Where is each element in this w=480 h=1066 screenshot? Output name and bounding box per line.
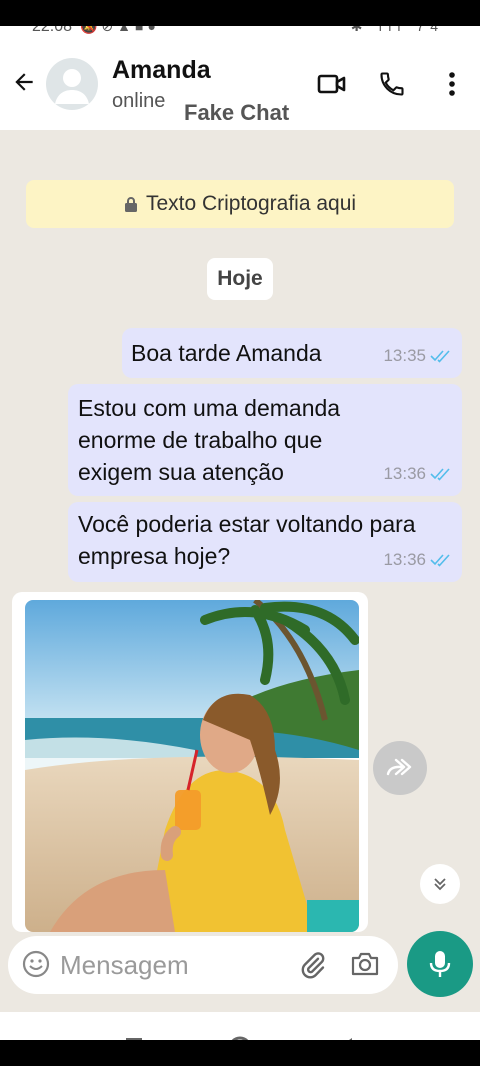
status-time: 22:08 (32, 26, 73, 35)
avatar-placeholder (55, 69, 89, 104)
avatar[interactable] (46, 58, 98, 110)
double-check-icon (430, 468, 450, 481)
incoming-image-message[interactable] (12, 592, 368, 932)
double-check-icon (430, 554, 450, 567)
scroll-to-bottom-button[interactable] (420, 864, 460, 904)
message-time: 13:36 (383, 464, 426, 483)
message-meta: 13:36 (383, 458, 452, 490)
mic-icon (429, 951, 451, 977)
status-bar-strip: 22:08 🔕⊘▲■● ✱ ıll 74 (0, 26, 480, 38)
back-button[interactable] (8, 66, 40, 98)
notification-icons: 🔕⊘▲■● (80, 26, 160, 34)
video-call-button[interactable] (316, 68, 348, 100)
more-options-button[interactable] (436, 68, 468, 100)
lock-icon (124, 197, 137, 212)
double-chevron-down-icon (434, 878, 446, 891)
camera-icon[interactable] (350, 950, 380, 978)
encryption-notice[interactable]: Texto Criptografia aqui (26, 180, 454, 228)
beach-photo (25, 600, 359, 932)
battery-level: 74 (416, 26, 444, 34)
message-time: 13:35 (383, 346, 426, 365)
message-text: Estou com uma demanda enorme de trabalho… (78, 395, 341, 485)
date-chip: Hoje (207, 258, 273, 300)
attach-icon[interactable] (298, 950, 328, 980)
voice-call-button[interactable] (376, 68, 408, 100)
forward-button[interactable] (373, 741, 427, 795)
phone-icon (380, 72, 404, 96)
contact-status: online (112, 90, 166, 112)
message-composer (8, 936, 398, 994)
voice-message-button[interactable] (407, 931, 473, 997)
message-meta: 13:36 (383, 544, 452, 576)
app-overlay-title: Fake Chat (184, 100, 290, 125)
emoji-icon[interactable] (22, 950, 50, 978)
status-bar (0, 0, 480, 26)
chat-header: Amanda online Fake Chat (0, 38, 480, 130)
back-arrow-icon (15, 73, 33, 91)
system-icons: ✱ ıll 74 (351, 26, 444, 35)
navbar-black-strip (0, 1040, 480, 1066)
message-time: 13:36 (383, 550, 426, 569)
contact-name[interactable]: Amanda (112, 56, 211, 85)
double-check-icon (430, 350, 450, 363)
outgoing-message[interactable]: Estou com uma demanda enorme de trabalho… (68, 384, 462, 496)
system-navigation-bar (0, 1012, 480, 1066)
message-meta: 13:35 (383, 340, 452, 372)
message-input[interactable] (60, 946, 280, 984)
encryption-notice-text: Texto Criptografia aqui (145, 192, 357, 215)
forward-icon (386, 758, 412, 776)
outgoing-message[interactable]: Você poderia estar voltando para empresa… (68, 502, 462, 582)
video-call-icon (317, 74, 346, 94)
message-photo[interactable] (25, 600, 359, 932)
chat-area[interactable]: Texto Criptografia aqui Hoje Boa tarde A… (0, 130, 480, 1012)
message-text: Você poderia estar voltando para empresa… (78, 511, 416, 569)
outgoing-message[interactable]: Boa tarde Amanda 13:35 (122, 328, 462, 378)
more-options-icon (449, 72, 455, 96)
